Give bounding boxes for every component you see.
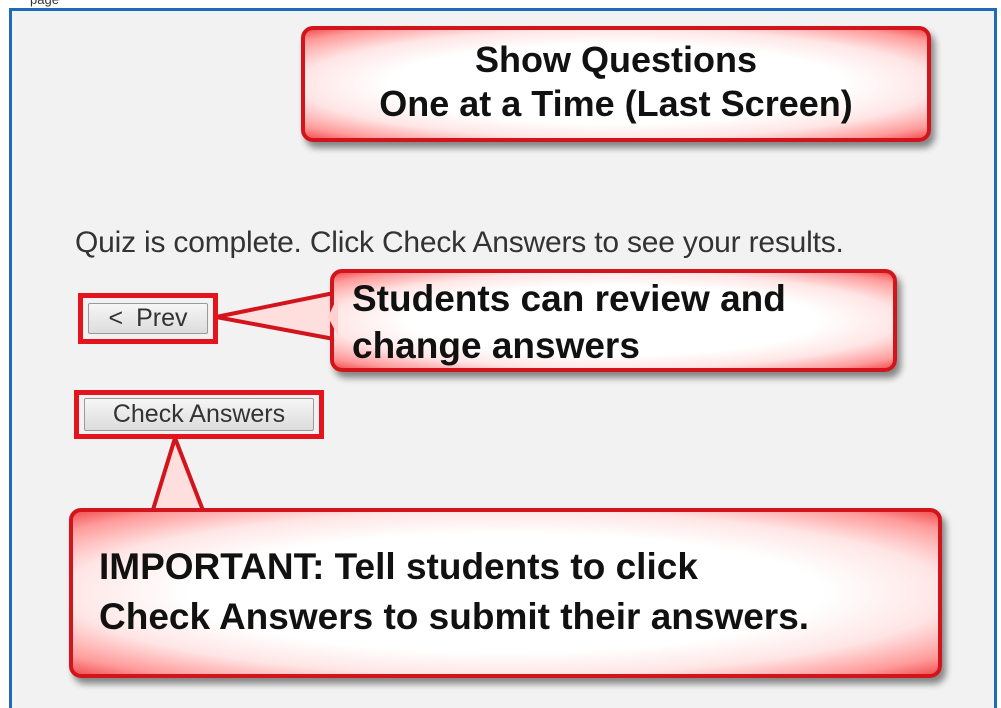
quiz-screenshot: Show Questions One at a Time (Last Scree… [12, 11, 994, 704]
important-callout: IMPORTANT: Tell students to click Check … [69, 508, 942, 678]
prev-button-highlight: < Prev [78, 293, 218, 344]
title-callout-line-2: One at a Time (Last Screen) [379, 83, 853, 124]
important-callout-line-2: Check Answers to submit their answers. [99, 596, 810, 637]
prev-button[interactable]: < Prev [88, 303, 208, 334]
title-callout: Show Questions One at a Time (Last Scree… [301, 26, 931, 142]
chevron-left-icon: < [108, 304, 124, 332]
review-callout-line-2: change answers [352, 325, 640, 366]
review-pointer-shape [214, 291, 336, 341]
title-callout-line-1: Show Questions [474, 39, 758, 80]
page-heading-fragment-text: page [30, 0, 59, 6]
page-heading-fragment: page [0, 0, 200, 8]
check-answers-button-highlight: Check Answers [74, 390, 324, 439]
check-answers-button[interactable]: Check Answers [84, 398, 314, 431]
prev-button-label: Prev [136, 304, 188, 332]
important-pointer-shape [150, 436, 206, 515]
review-callout: Students can review and change answers [330, 269, 897, 372]
important-callout-line-1: IMPORTANT: Tell students to click [99, 546, 698, 587]
quiz-status-text: Quiz is complete. Click Check Answers to… [75, 226, 844, 259]
review-callout-line-1: Students can review and [352, 278, 786, 319]
